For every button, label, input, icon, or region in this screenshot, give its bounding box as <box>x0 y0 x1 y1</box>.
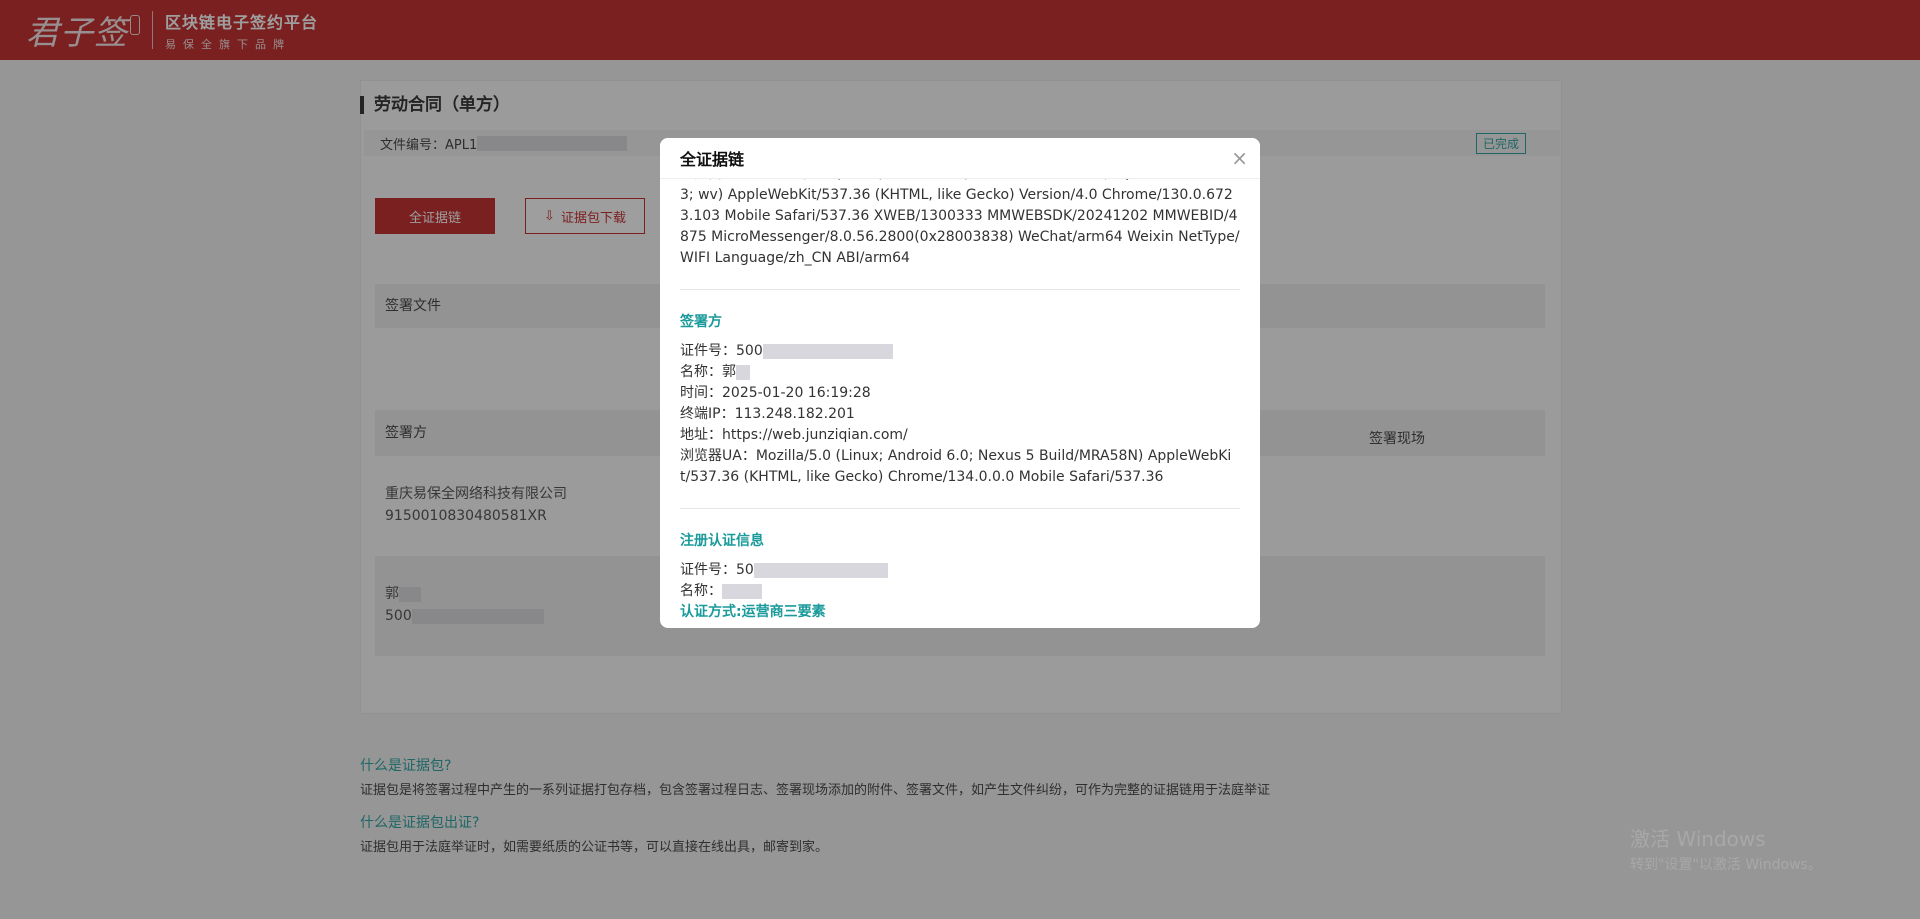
redacted-block <box>736 364 750 380</box>
modal-title: 全证据链 <box>680 150 745 169</box>
evidence-chain-modal: 全证据链 × 浏览器UA：Mozilla/5.0 (Linux; Android… <box>660 138 1260 628</box>
windows-activation-watermark: 激活 Windows 转到"设置"以激活 Windows。 <box>1630 823 1822 874</box>
redacted-block <box>753 562 888 578</box>
signer-time: 时间：2025-01-20 16:19:28 <box>680 385 871 401</box>
register-section-title: 注册认证信息 <box>680 533 764 549</box>
signer-ip: 终端IP：113.248.182.201 <box>680 406 855 422</box>
register-name: 名称： <box>680 583 722 599</box>
watermark-sub: 转到"设置"以激活 Windows。 <box>1630 857 1822 873</box>
prev-ua-text: 浏览器UA：Mozilla/5.0 (Linux; Android 15; 23… <box>680 178 1240 266</box>
divider <box>680 508 1240 509</box>
signer-id: 证件号：500 <box>680 343 763 359</box>
signer-ua: 浏览器UA：Mozilla/5.0 (Linux; Android 6.0; N… <box>680 448 1232 485</box>
signer-section-title: 签署方 <box>680 314 722 330</box>
signer-name: 名称：郭 <box>680 364 736 380</box>
redacted-block <box>722 583 762 599</box>
register-method: 认证方式:运营商三要素 <box>680 604 826 620</box>
modal-header: 全证据链 × <box>660 138 1260 179</box>
signer-address: 地址：https://web.junziqian.com/ <box>680 427 908 443</box>
watermark-title: 激活 Windows <box>1630 827 1766 851</box>
close-icon[interactable]: × <box>1231 146 1248 170</box>
redacted-block <box>762 343 893 359</box>
modal-scroll-content: 浏览器UA：Mozilla/5.0 (Linux; Android 15; 23… <box>680 178 1240 623</box>
register-id: 证件号：50 <box>680 562 754 578</box>
modal-body[interactable]: 浏览器UA：Mozilla/5.0 (Linux; Android 15; 23… <box>660 178 1260 628</box>
divider <box>680 289 1240 290</box>
